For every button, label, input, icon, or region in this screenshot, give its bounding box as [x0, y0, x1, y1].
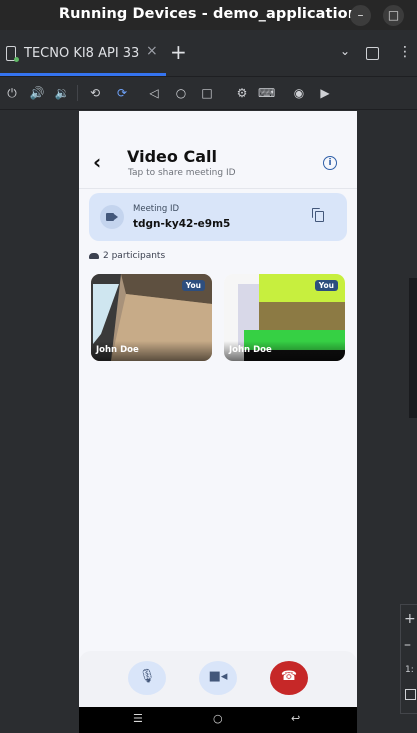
window-titlebar: Running Devices - demo_application – □: [0, 0, 417, 30]
record-icon[interactable]: ▶: [317, 85, 333, 101]
hang-up-icon: ☎: [280, 669, 298, 684]
appbar-divider: [79, 188, 357, 189]
keyboard-icon[interactable]: ⌨: [258, 85, 275, 101]
copy-icon[interactable]: [315, 211, 324, 222]
device-toolbar: ⏻ 🔊 🔉 ⟲ ⟳ ◁ ○ □ ⚙ ⌨ ◉ ▶: [0, 77, 417, 110]
side-edge-panel: [409, 278, 417, 418]
mic-icon: 🎙: [138, 669, 156, 684]
add-tab-icon[interactable]: +: [170, 40, 187, 64]
mic-button[interactable]: 🎙: [128, 661, 166, 695]
participant-name: John Doe: [96, 345, 139, 355]
call-controls: 🎙 ■◂ ☎: [79, 651, 357, 709]
back-arrow-icon[interactable]: ‹: [93, 150, 101, 174]
meeting-id-label: Meeting ID: [133, 204, 180, 214]
group-icon: [89, 252, 99, 259]
back-icon[interactable]: ◁: [146, 85, 162, 101]
info-icon[interactable]: i: [323, 156, 337, 170]
minimize-button[interactable]: –: [350, 5, 371, 26]
window-icon[interactable]: [366, 47, 379, 60]
back-nav-icon[interactable]: ↩: [291, 712, 300, 725]
device-screen[interactable]: ‹ Video Call Tap to share meeting ID i M…: [79, 111, 357, 733]
menu-nav-icon[interactable]: ☰: [133, 712, 143, 725]
app-bar: ‹ Video Call Tap to share meeting ID i: [79, 136, 357, 188]
participants-label: 2 participants: [103, 251, 166, 261]
meeting-id-card[interactable]: Meeting ID tdgn-ky42-e9m5: [89, 193, 347, 241]
end-call-button[interactable]: ☎: [270, 661, 308, 695]
zoom-panel: + – 1:: [400, 604, 417, 714]
fit-screen-icon[interactable]: [405, 689, 416, 700]
screenshot-icon[interactable]: ◉: [291, 85, 307, 101]
maximize-button[interactable]: □: [383, 5, 404, 26]
zoom-out-icon[interactable]: –: [404, 637, 411, 653]
online-dot-icon: [14, 57, 19, 62]
participant-name: John Doe: [229, 345, 272, 355]
participants-count: 2 participants: [89, 251, 165, 261]
video-camera-icon: [100, 205, 124, 229]
tab-device-label: TECNO KI8 API 33: [24, 46, 140, 61]
page-subtitle[interactable]: Tap to share meeting ID: [128, 168, 236, 178]
you-badge: You: [314, 280, 338, 291]
settings-icon[interactable]: ⚙: [234, 85, 250, 101]
meeting-id-value: tdgn-ky42-e9m5: [133, 218, 231, 230]
close-icon[interactable]: ×: [146, 43, 158, 59]
participant-tile[interactable]: You John Doe: [91, 274, 212, 361]
power-icon[interactable]: ⏻: [4, 85, 20, 101]
home-nav-icon[interactable]: ○: [213, 712, 223, 725]
rotate-right-icon[interactable]: ⟳: [114, 85, 130, 101]
more-icon[interactable]: ⋮: [398, 44, 412, 60]
tab-active-indicator: [0, 73, 166, 76]
android-nav-bar: ☰ ○ ↩: [79, 707, 357, 733]
toolbar-divider: [77, 85, 78, 101]
overview-icon[interactable]: □: [199, 85, 215, 101]
volume-up-icon[interactable]: 🔊: [29, 85, 45, 101]
chevron-down-icon[interactable]: ⌄: [340, 44, 350, 58]
participant-tile[interactable]: You John Doe: [224, 274, 345, 361]
volume-down-icon[interactable]: 🔉: [54, 85, 70, 101]
camera-button[interactable]: ■◂: [199, 661, 237, 695]
home-icon[interactable]: ○: [173, 85, 189, 101]
device-tabbar: TECNO KI8 API 33 × + ⌄ ⋮: [0, 30, 417, 77]
zoom-in-icon[interactable]: +: [404, 611, 416, 627]
rotate-left-icon[interactable]: ⟲: [87, 85, 103, 101]
tab-device[interactable]: TECNO KI8 API 33 ×: [0, 30, 166, 76]
zoom-ratio[interactable]: 1:: [405, 665, 414, 675]
status-bar: [79, 111, 357, 136]
page-title: Video Call: [127, 147, 217, 166]
you-badge: You: [181, 280, 205, 291]
video-camera-icon: ■◂: [208, 669, 228, 684]
